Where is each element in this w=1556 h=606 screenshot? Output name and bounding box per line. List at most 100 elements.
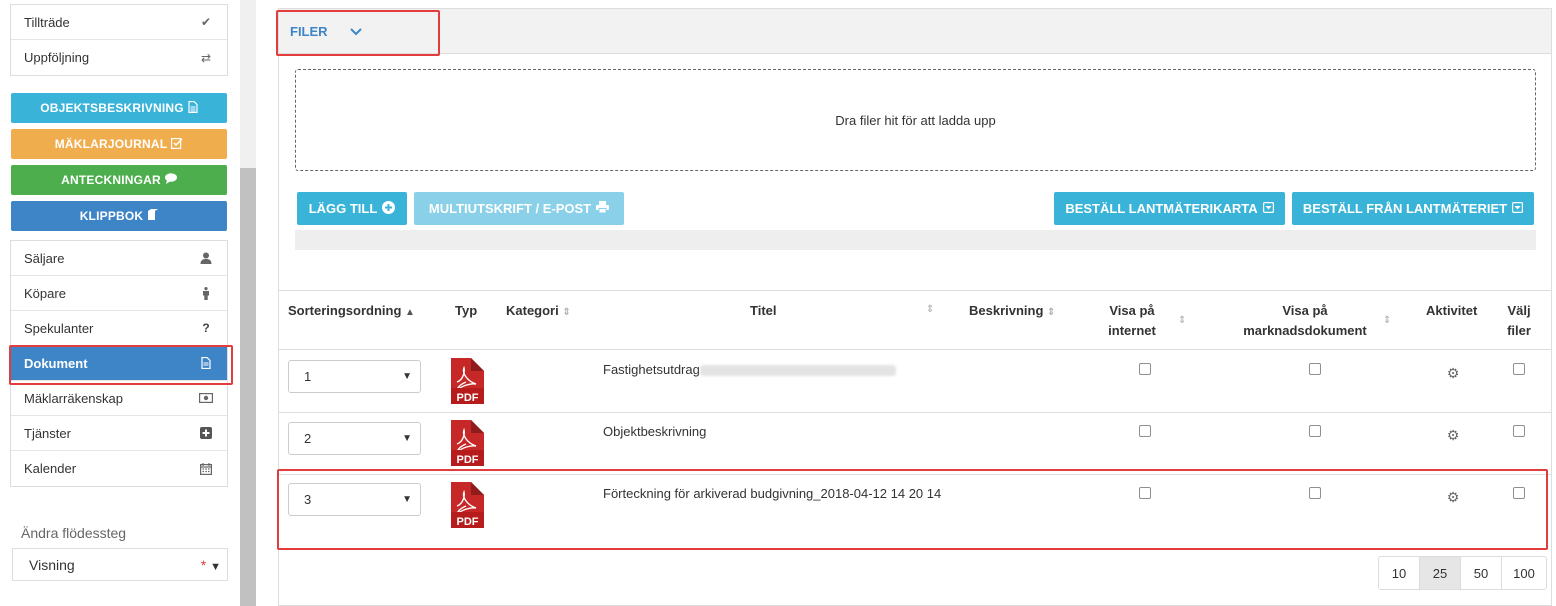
sort-icon[interactable]: ⇕: [1178, 315, 1186, 326]
sort-order-value: 2: [304, 431, 312, 446]
button-label: KLIPPBOK: [79, 209, 144, 223]
sort-asc-icon: ▲: [405, 307, 415, 318]
button-label: BESTÄLL FRÅN LANTMÄTERIET: [1302, 201, 1508, 216]
column-header-description[interactable]: Beskrivning ⇕: [969, 301, 1055, 323]
caret-down-icon: ▼: [210, 560, 221, 573]
money-icon: [199, 391, 213, 405]
sidebar-top-menu: Tillträde ✔ Uppföljning ⇄: [10, 4, 228, 76]
select-file-checkbox[interactable]: [1513, 425, 1525, 437]
table-header-border: [279, 349, 1551, 350]
column-label-line2: filer: [1507, 323, 1531, 338]
user-icon: [199, 251, 213, 265]
sort-order-select[interactable]: 1 ▼: [288, 360, 421, 393]
sidebar-item-label: Kalender: [24, 461, 77, 476]
highlight-row-3: [277, 469, 1548, 550]
column-header-show-market-docs[interactable]: Visa på marknadsdokument: [1238, 301, 1372, 341]
column-label: Kategori: [506, 303, 559, 318]
sidebar-item-kopare[interactable]: Köpare: [11, 276, 227, 311]
sidebar-item-saljare[interactable]: Säljare: [11, 241, 227, 276]
sort-icon: ⇕: [562, 307, 571, 318]
sidebar-item-label: Tillträde: [24, 14, 70, 30]
sort-icon[interactable]: ⇕: [926, 304, 934, 315]
sidebar-item-tjanster[interactable]: Tjänster: [11, 416, 227, 451]
sidebar-item-label: Spekulanter: [24, 320, 94, 336]
sidebar-scrollbar-thumb[interactable]: [240, 168, 256, 606]
comment-icon: [164, 173, 177, 187]
file-dropzone[interactable]: Dra filer hit för att ladda upp: [295, 69, 1536, 171]
plus-square-icon: [199, 426, 213, 440]
column-label: Beskrivning: [969, 303, 1044, 318]
print-icon: [596, 201, 610, 216]
column-label-line2: internet: [1108, 323, 1156, 338]
table-top-border: [279, 290, 1551, 291]
anteckningar-button[interactable]: ANTECKNINGAR: [11, 165, 227, 195]
column-label-line1: Visa på: [1109, 303, 1155, 318]
sort-icon[interactable]: ⇕: [1383, 315, 1391, 326]
page-size-25[interactable]: 25: [1420, 557, 1461, 589]
show-market-docs-checkbox[interactable]: [1309, 425, 1321, 437]
column-label-line2: marknadsdokument: [1243, 323, 1367, 338]
files-panel-header: [279, 9, 1551, 54]
gear-icon[interactable]: ⚙: [1446, 428, 1460, 442]
highlight-dokument: [9, 345, 233, 385]
order-lantmaterikarta-button[interactable]: BESTÄLL LANTMÄTERIKARTA: [1054, 192, 1285, 225]
upload-progress-strip: [295, 230, 1536, 250]
column-header-sort[interactable]: Sorteringsordning ▲: [288, 301, 415, 323]
file-title: Objektbeskrivning: [603, 424, 707, 439]
column-header-activity: Aktivitet: [1426, 303, 1478, 318]
button-label: MÄKLARJOURNAL: [54, 137, 168, 151]
show-market-docs-checkbox[interactable]: [1309, 363, 1321, 375]
sidebar-item-label: Tjänster: [24, 425, 71, 441]
caret-square-down-icon: [1512, 201, 1524, 216]
show-internet-checkbox[interactable]: [1139, 425, 1151, 437]
check-icon: ✔: [200, 15, 212, 29]
button-label: OBJEKTSBESKRIVNING: [40, 101, 184, 115]
sidebar-item-tilltrade[interactable]: Tillträde ✔: [11, 5, 227, 40]
file-icon: [188, 100, 198, 116]
sidebar-item-spekulanter[interactable]: Spekulanter ?: [11, 311, 227, 346]
column-label-line1: Visa på: [1282, 303, 1328, 318]
calendar-icon: [199, 462, 213, 476]
pdf-type-label: PDF: [457, 454, 479, 466]
sidebar: Tillträde ✔ Uppföljning ⇄ OBJEKTSBESKRIV…: [0, 0, 240, 606]
column-header-category[interactable]: Kategori ⇕: [506, 301, 571, 323]
pdf-type-label: PDF: [457, 392, 479, 404]
pdf-file-icon[interactable]: PDF: [449, 420, 485, 466]
sidebar-item-label: Köpare: [24, 285, 66, 301]
sidebar-item-label: Uppföljning: [24, 50, 90, 65]
book-icon: [147, 209, 159, 223]
flow-step-heading: Ändra flödessteg: [21, 525, 127, 541]
objektsbeskrivning-button[interactable]: OBJEKTSBESKRIVNING: [11, 93, 227, 123]
file-title: Fastighetsutdrag: [603, 359, 953, 380]
page-size-50[interactable]: 50: [1461, 557, 1502, 589]
sidebar-item-uppfoljning[interactable]: Uppföljning ⇄: [11, 40, 227, 75]
sidebar-item-maklarrakenskap[interactable]: Mäklarräkenskap: [11, 381, 227, 416]
gear-icon[interactable]: ⚙: [1446, 366, 1460, 380]
flow-step-value: Visning: [29, 556, 75, 573]
file-title-text: Fastighetsutdrag: [603, 362, 700, 377]
page-size-selector: 10 25 50 100: [1378, 556, 1547, 590]
multiprint-email-button[interactable]: MULTIUTSKRIFT / E-POST: [414, 192, 624, 225]
page-size-10[interactable]: 10: [1379, 557, 1420, 589]
column-label: Sorteringsordning: [288, 303, 402, 318]
column-header-show-internet[interactable]: Visa på internet: [1100, 301, 1164, 341]
button-label: LÄGG TILL: [308, 201, 378, 216]
show-internet-checkbox[interactable]: [1139, 363, 1151, 375]
sort-order-select[interactable]: 2 ▼: [288, 422, 421, 455]
required-mark: *: [200, 556, 207, 573]
flow-step-select[interactable]: Visning * ▼: [12, 548, 228, 581]
caret-down-icon: ▼: [402, 371, 412, 382]
pdf-file-icon[interactable]: PDF: [449, 358, 485, 404]
plus-circle-icon: [382, 200, 396, 217]
button-label: MULTIUTSKRIFT / E-POST: [428, 201, 592, 216]
column-header-title[interactable]: Titel: [750, 301, 777, 321]
order-from-lantmateriet-button[interactable]: BESTÄLL FRÅN LANTMÄTERIET: [1292, 192, 1534, 225]
add-file-button[interactable]: LÄGG TILL: [297, 192, 407, 225]
klippbok-button[interactable]: KLIPPBOK: [11, 201, 227, 231]
sidebar-item-kalender[interactable]: Kalender: [11, 451, 227, 486]
row-divider: [279, 412, 1551, 413]
maklarjournal-button[interactable]: MÄKLARJOURNAL: [11, 129, 227, 159]
button-label: BESTÄLL LANTMÄTERIKARTA: [1065, 201, 1258, 216]
select-file-checkbox[interactable]: [1513, 363, 1525, 375]
page-size-100[interactable]: 100: [1502, 557, 1546, 589]
